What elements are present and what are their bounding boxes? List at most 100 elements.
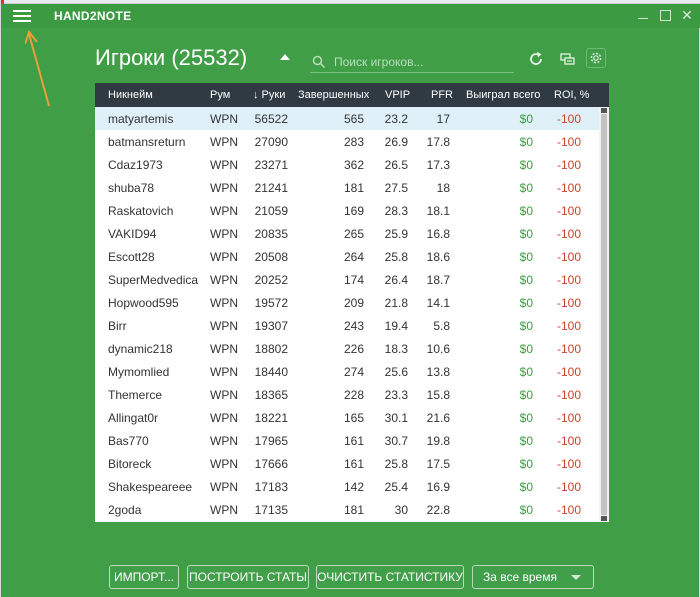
cell-room: WPN — [210, 112, 238, 126]
cell-nickname: SuperMedvedica — [108, 273, 199, 287]
cell-pfr: 17 — [436, 112, 450, 126]
cell-room: WPN — [210, 204, 238, 218]
table-row[interactable]: Birr WPN 19307 243 19.4 5.8 $0 -100 — [95, 314, 599, 337]
cell-vpip: 26.4 — [384, 273, 408, 287]
cell-room: WPN — [210, 227, 238, 241]
table-row[interactable]: Escott28 WPN 20508 264 25.8 18.6 $0 -100 — [95, 245, 599, 268]
table-row[interactable]: batmansreturn WPN 27090 283 26.9 17.8 $0 -100 — [95, 130, 599, 153]
column-header-hands[interactable]: ↓ Руки — [253, 89, 285, 101]
table-row[interactable]: Themerce WPN 18365 228 23.3 15.8 $0 -100 — [95, 383, 599, 406]
table-row[interactable]: Cdaz1973 WPN 23271 362 26.5 17.3 $0 -100 — [95, 153, 599, 176]
cell-won-total: $0 — [519, 296, 533, 310]
cell-won-total: $0 — [519, 135, 533, 149]
cell-room: WPN — [210, 342, 238, 356]
cell-won-total: $0 — [519, 227, 533, 241]
scroll-thumb[interactable] — [601, 114, 607, 515]
table-row[interactable]: Bas770 WPN 17965 161 30.7 19.8 $0 -100 — [95, 429, 599, 452]
cell-room: WPN — [210, 365, 238, 379]
hamburger-menu-icon[interactable] — [13, 9, 33, 23]
cell-roi: -100 — [556, 158, 581, 172]
filter-icon[interactable] — [560, 51, 576, 67]
cell-pfr: 16.9 — [426, 480, 450, 494]
cell-vpip: 25.9 — [384, 227, 408, 241]
cell-vpip: 26.9 — [384, 135, 408, 149]
table-row[interactable]: 2goda WPN 17135 181 30 22.8 $0 -100 — [95, 498, 599, 521]
cell-roi: -100 — [556, 250, 581, 264]
search-input[interactable] — [334, 52, 512, 72]
table-body: matyartemis WPN 56522 565 23.2 17 $0 -100 batman… — [95, 107, 599, 522]
table-row[interactable]: Allingat0r WPN 18221 165 30.1 21.6 $0 -100 — [95, 406, 599, 429]
maximize-button[interactable] — [658, 8, 672, 22]
column-header-vpip[interactable]: VPIP — [385, 89, 410, 101]
cell-hands: 17965 — [254, 434, 288, 448]
settings-button[interactable] — [586, 48, 606, 68]
table-row[interactable]: dynamic218 WPN 18802 226 18.3 10.6 $0 -100 — [95, 337, 599, 360]
cell-nickname: Allingat0r — [108, 411, 159, 425]
cell-room: WPN — [210, 296, 238, 310]
table-row[interactable]: Mymomlied WPN 18440 274 25.6 13.8 $0 -100 — [95, 360, 599, 383]
cell-room: WPN — [210, 250, 238, 264]
cell-completed: 142 — [343, 480, 364, 494]
title-bar: HAND2NOTE ✕ — [1, 4, 700, 28]
cell-won-total: $0 — [519, 388, 533, 402]
cell-room: WPN — [210, 457, 238, 471]
table-row[interactable]: matyartemis WPN 56522 565 23.2 17 $0 -100 — [95, 107, 599, 130]
cell-nickname: Shakespeareee — [108, 480, 193, 494]
cell-pfr: 10.6 — [426, 342, 450, 356]
cell-completed: 169 — [343, 204, 364, 218]
scroll-down-icon[interactable] — [601, 516, 607, 521]
cell-nickname: Hopwood595 — [108, 296, 179, 310]
column-header-pfr[interactable]: PFR — [431, 89, 453, 101]
column-header-won-total[interactable]: Выиграл всего — [466, 89, 540, 101]
cell-hands: 17666 — [254, 457, 288, 471]
cell-won-total: $0 — [519, 365, 533, 379]
cell-vpip: 26.5 — [384, 158, 408, 172]
table-row[interactable]: shuba78 WPN 21241 181 27.5 18 $0 -100 — [95, 176, 599, 199]
cell-vpip: 23.3 — [384, 388, 408, 402]
cell-won-total: $0 — [519, 503, 533, 517]
table-row[interactable]: VAKID94 WPN 20835 265 25.9 16.8 $0 -100 — [95, 222, 599, 245]
cell-roi: -100 — [556, 135, 581, 149]
cell-pfr: 18.7 — [426, 273, 450, 287]
clear-stats-button[interactable]: ОЧИСТИТЬ СТАТИСТИКУ — [316, 565, 464, 589]
cell-pfr: 18.1 — [426, 204, 450, 218]
column-header-nickname[interactable]: Никнейм — [108, 89, 153, 101]
cell-completed: 565 — [343, 112, 364, 126]
table-row[interactable]: SuperMedvedica WPN 20252 174 26.4 18.7 $0 -100 — [95, 268, 599, 291]
cell-vpip: 19.4 — [384, 319, 408, 333]
period-dropdown[interactable]: За все время — [472, 565, 594, 589]
cell-nickname: VAKID94 — [108, 227, 157, 241]
cell-hands: 18365 — [254, 388, 288, 402]
search-box[interactable] — [310, 51, 514, 73]
table-row[interactable]: Shakespeareee WPN 17183 142 25.4 16.9 $0 -100 — [95, 475, 599, 498]
cell-roi: -100 — [556, 480, 581, 494]
column-header-room[interactable]: Рум — [210, 89, 230, 101]
period-dropdown-label: За все время — [483, 570, 557, 584]
cell-pfr: 18 — [436, 181, 450, 195]
minimize-button[interactable] — [636, 8, 650, 22]
cell-hands: 18802 — [254, 342, 288, 356]
refresh-icon[interactable] — [528, 51, 544, 67]
cell-completed: 226 — [343, 342, 364, 356]
column-header-roi[interactable]: ROI, % — [554, 89, 589, 101]
cell-won-total: $0 — [519, 480, 533, 494]
chevron-down-icon — [571, 575, 581, 580]
build-stats-button[interactable]: ПОСТРОИТЬ СТАТЫ — [187, 565, 309, 589]
cell-hands: 27090 — [254, 135, 288, 149]
cell-pfr: 22.8 — [426, 503, 450, 517]
table-scrollbar[interactable] — [599, 107, 609, 522]
scroll-up-icon[interactable] — [601, 108, 607, 113]
table-row[interactable]: Hopwood595 WPN 19572 209 21.8 14.1 $0 -100 — [95, 291, 599, 314]
cell-room: WPN — [210, 158, 238, 172]
table-row[interactable]: Raskatovich WPN 21059 169 28.3 18.1 $0 -100 — [95, 199, 599, 222]
table-row[interactable]: Bitoreck WPN 17666 161 25.8 17.5 $0 -100 — [95, 452, 599, 475]
import-button[interactable]: ИМПОРТ... — [109, 565, 179, 589]
close-button[interactable]: ✕ — [680, 8, 694, 22]
cell-vpip: 25.8 — [384, 457, 408, 471]
cell-room: WPN — [210, 480, 238, 494]
title-caret-icon[interactable] — [280, 54, 290, 60]
cell-won-total: $0 — [519, 411, 533, 425]
column-header-completed[interactable]: Завершенных — [298, 89, 369, 101]
cell-roi: -100 — [556, 388, 581, 402]
cell-nickname: Bas770 — [108, 434, 149, 448]
